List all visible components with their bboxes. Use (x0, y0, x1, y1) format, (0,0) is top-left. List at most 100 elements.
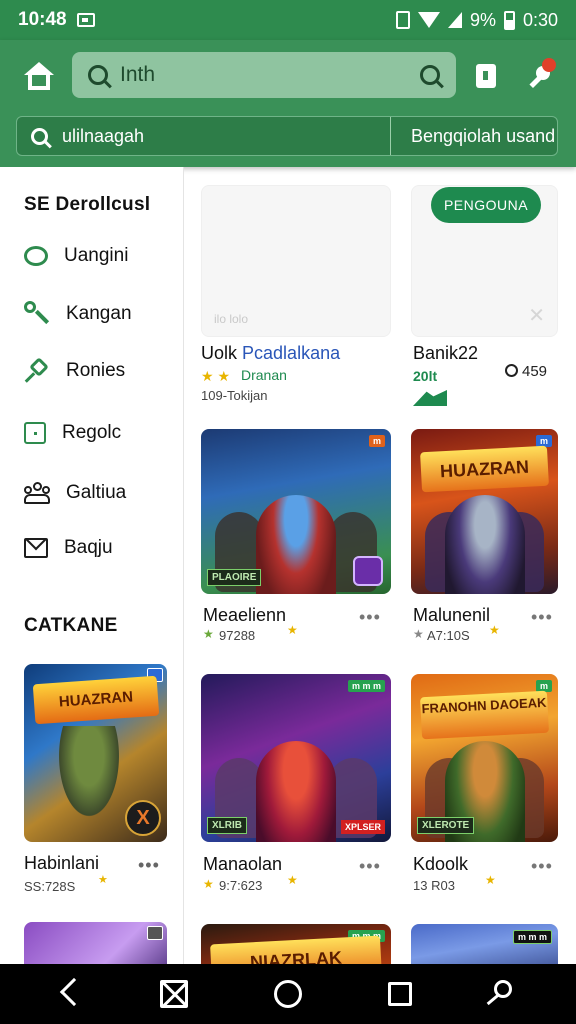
tag-icon (147, 926, 163, 940)
star-icon: ★ (485, 873, 496, 887)
game-card-art[interactable]: m HUAZRAN (411, 429, 558, 594)
game-card-meta: 97288 (219, 628, 256, 643)
sidebar-item-label: Kangan (66, 303, 132, 324)
notification-dot (542, 58, 556, 72)
star-icon: ★ ★ (201, 368, 230, 384)
search-icon (31, 127, 48, 145)
vibrate-icon (395, 11, 410, 29)
game-art (54, 726, 124, 826)
star-icon: ★ (203, 877, 214, 891)
featured-right-clock-value: 459 (522, 363, 548, 380)
game-art (256, 495, 336, 594)
search-query: ulilnaagah (62, 125, 145, 146)
sidebar-card-size: SS:728S (24, 879, 76, 894)
featured-left-name-prefix: Uolk (201, 343, 238, 363)
game-logo: PLAOIRE (207, 569, 262, 586)
badge-icon: m m m (512, 930, 552, 944)
search-icon (88, 65, 108, 85)
sidebar-heading: SE Derollcusl (24, 194, 151, 215)
game-card-name: Malunenil (413, 605, 491, 625)
pin-icon (24, 357, 50, 384)
signal-icon (447, 12, 462, 28)
sidebar: SE Derollcusl Uangini Kangan Ronies Rego… (0, 167, 184, 964)
more-options-icon[interactable]: ••• (531, 856, 553, 877)
sidebar-item-uangini[interactable]: Uangini (24, 245, 128, 267)
screenshot-icon[interactable] (160, 980, 188, 1008)
game-card-art-partial[interactable]: m m m (411, 924, 558, 964)
badge-icon: m (368, 435, 385, 447)
search-input[interactable]: ulilnaagah (17, 117, 391, 155)
star-icon: ★ (413, 627, 424, 641)
assistant-icon[interactable] (486, 980, 514, 1008)
close-icon[interactable]: ✕ (528, 303, 545, 328)
sidebar-item-label: Baqju (64, 537, 113, 558)
game-card-name: Kdoolk (413, 854, 469, 874)
placeholder-text: ilo lolo (214, 312, 249, 326)
wifi-icon (417, 12, 440, 28)
game-card-meta: 13 R03 (413, 878, 455, 893)
game-card-art[interactable]: m m m XLRIB XPLSER (201, 674, 391, 842)
home-circle-icon[interactable] (274, 980, 302, 1008)
game-banner: FRANOHN DAOEAK (419, 690, 550, 740)
game-banner: HUAZRAN (32, 675, 160, 725)
sidebar-item-ronies[interactable]: Ronies (24, 357, 125, 384)
game-art (256, 741, 336, 842)
clock-icon (505, 364, 518, 377)
featured-left-rating-label: Dranan (241, 367, 287, 383)
recent-apps-icon[interactable] (388, 982, 412, 1006)
bookmark-icon[interactable] (476, 64, 496, 88)
sidebar-section-heading: CATKANE (24, 615, 118, 636)
battery-percent: 9% (469, 9, 496, 30)
featured-left-meta: 109-Tokijan (201, 388, 268, 403)
game-grid: ilo lolo ✕ PENGOUNA Uolk Pcadlalkana ★ ★… (185, 167, 576, 964)
more-options-icon[interactable]: ••• (359, 607, 381, 628)
wrench-icon (24, 301, 50, 327)
game-card-art-partial[interactable]: m m m NIAZRLAK (201, 924, 391, 964)
search-icon[interactable] (420, 65, 440, 85)
people-icon (24, 480, 50, 506)
sidebar-card-name: Habinlani (24, 853, 100, 873)
sidebar-item-kangan[interactable]: Kangan (24, 301, 132, 327)
filter-button[interactable]: Bengqiolah usand (391, 126, 555, 147)
status-clock-right: 0:30 (522, 9, 558, 30)
game-card-name: Meaelienn (203, 605, 287, 625)
status-bar: 10:48 9% 0:30 (0, 0, 576, 40)
game-card-art[interactable]: m PLAOIRE (201, 429, 391, 594)
game-logo: XLEROTE (417, 817, 475, 834)
more-options-icon[interactable]: ••• (531, 607, 553, 628)
sidebar-item-label: Regolc (62, 422, 122, 443)
flag-icon (413, 390, 447, 406)
notification-icon (76, 13, 95, 27)
oval-icon (24, 246, 48, 266)
sidebar-game-card[interactable]: HUAZRAN X (24, 664, 167, 842)
secondary-search-bar: ulilnaagah Bengqiolah usand (16, 116, 558, 156)
sidebar-item-baqju[interactable]: Baqju (24, 537, 113, 559)
featured-placeholder-left[interactable]: ilo lolo (201, 185, 391, 337)
featured-left-name: Uolk Pcadlalkana (201, 343, 340, 364)
sidebar-item-galtiua[interactable]: Galtiua (24, 480, 126, 506)
more-options-icon[interactable]: ••• (359, 856, 381, 877)
status-time: 10:48 (18, 9, 67, 30)
home-icon[interactable] (22, 62, 56, 92)
featured-right-clock: 459 (505, 363, 547, 380)
square-icon (24, 422, 46, 444)
sidebar-item-regolc[interactable]: Regolc (24, 422, 121, 444)
game-card-meta: 9:7:623 (219, 878, 263, 893)
featured-right-name: Banik22 (413, 343, 479, 363)
badge-icon: m m m (347, 680, 385, 692)
featured-left-name-accent: Pcadlalkana (242, 343, 341, 363)
game-logo: XLRIB (207, 817, 247, 834)
pin-icon[interactable] (526, 58, 558, 92)
sidebar-item-label: Galtiua (66, 482, 127, 503)
star-icon: ★ (287, 873, 298, 887)
battery-icon (503, 10, 515, 30)
top-search-bar[interactable]: Inth (72, 52, 456, 98)
more-options-icon[interactable]: ••• (138, 855, 160, 876)
game-card-art[interactable]: m FRANOHN DAOEAK XLEROTE (411, 674, 558, 842)
game-banner: HUAZRAN (420, 445, 549, 493)
featured-pill-button[interactable]: PENGOUNA (431, 187, 541, 223)
back-icon[interactable] (59, 977, 89, 1007)
sidebar-game-card-partial[interactable] (24, 922, 167, 964)
star-icon: ★ (489, 623, 500, 637)
game-banner: NIAZRLAK (210, 935, 382, 964)
